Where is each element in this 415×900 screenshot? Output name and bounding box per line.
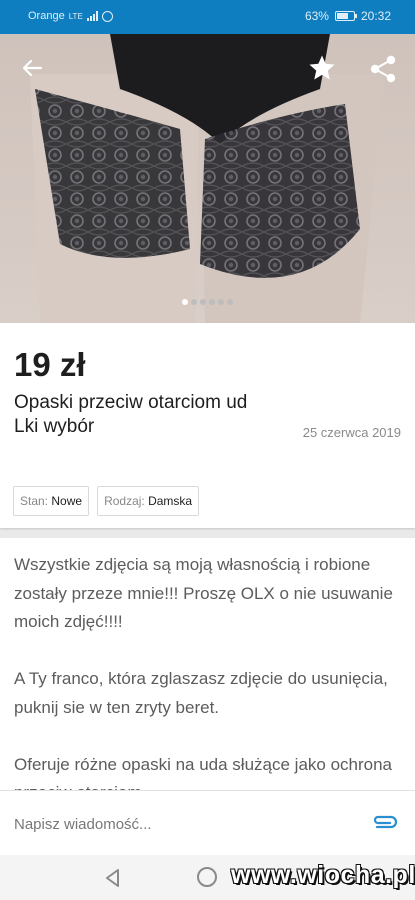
gallery-dot[interactable] <box>191 299 197 305</box>
battery-icon <box>334 11 357 21</box>
watermark: www.wiocha.pl <box>231 861 415 889</box>
param-key: Stan: <box>20 494 49 508</box>
battery-fill <box>336 13 348 19</box>
carrier-name: Orange <box>28 10 65 22</box>
nav-back-icon <box>106 869 119 887</box>
share-button[interactable] <box>364 50 402 88</box>
system-nav-bar: www.wiocha.pl <box>0 855 415 900</box>
battery-percent: 63% <box>304 9 329 23</box>
price: 19 zł <box>14 346 86 383</box>
photo-gallery[interactable] <box>0 34 415 323</box>
gallery-dot[interactable] <box>218 299 224 305</box>
param-key: Rodzaj: <box>104 494 145 508</box>
param-value: Nowe <box>51 494 83 508</box>
back-button[interactable] <box>14 50 50 86</box>
paperclip-icon <box>373 815 398 829</box>
description-card[interactable]: Wszystkie zdjęcia są moją własnością i r… <box>0 538 415 790</box>
param-value: Damska <box>148 494 193 508</box>
message-input[interactable] <box>14 811 344 837</box>
network-type: LTE <box>68 11 83 21</box>
attach-button[interactable] <box>369 810 399 836</box>
listing-params: Stan: Nowe Rodzaj: Damska <box>13 486 200 516</box>
clock: 20:32 <box>360 9 391 23</box>
listing-description: Wszystkie zdjęcia są moją własnością i r… <box>14 555 393 790</box>
gallery-dot[interactable] <box>227 299 233 305</box>
message-bar <box>0 790 415 855</box>
gallery-dot[interactable] <box>209 299 215 305</box>
gallery-pagination <box>0 299 415 305</box>
alarm-icon <box>101 10 113 22</box>
nav-back-button[interactable] <box>102 867 124 889</box>
star-icon <box>309 55 335 80</box>
favorite-button[interactable] <box>302 48 342 88</box>
nav-home-icon[interactable] <box>197 867 217 887</box>
listing-photo <box>0 34 415 323</box>
listing-header: 19 zł Opaski przeciw otarciom ud Lki wyb… <box>0 323 415 528</box>
param-chip: Rodzaj: Damska <box>97 486 200 516</box>
listing-title: Opaski przeciw otarciom ud Lki wybór <box>14 392 248 437</box>
signal-icon <box>86 11 98 21</box>
param-chip: Stan: Nowe <box>13 486 90 516</box>
status-bar: Orange LTE 63% 20:32 <box>0 0 415 34</box>
share-icon <box>370 55 396 83</box>
listing-date: 25 czerwca 2019 <box>302 425 401 440</box>
status-left: Orange LTE <box>28 10 113 22</box>
gallery-dot[interactable] <box>200 299 206 305</box>
status-right: 63% 20:32 <box>305 9 391 23</box>
gallery-dot[interactable] <box>182 299 188 305</box>
arrow-left-icon <box>22 59 43 77</box>
